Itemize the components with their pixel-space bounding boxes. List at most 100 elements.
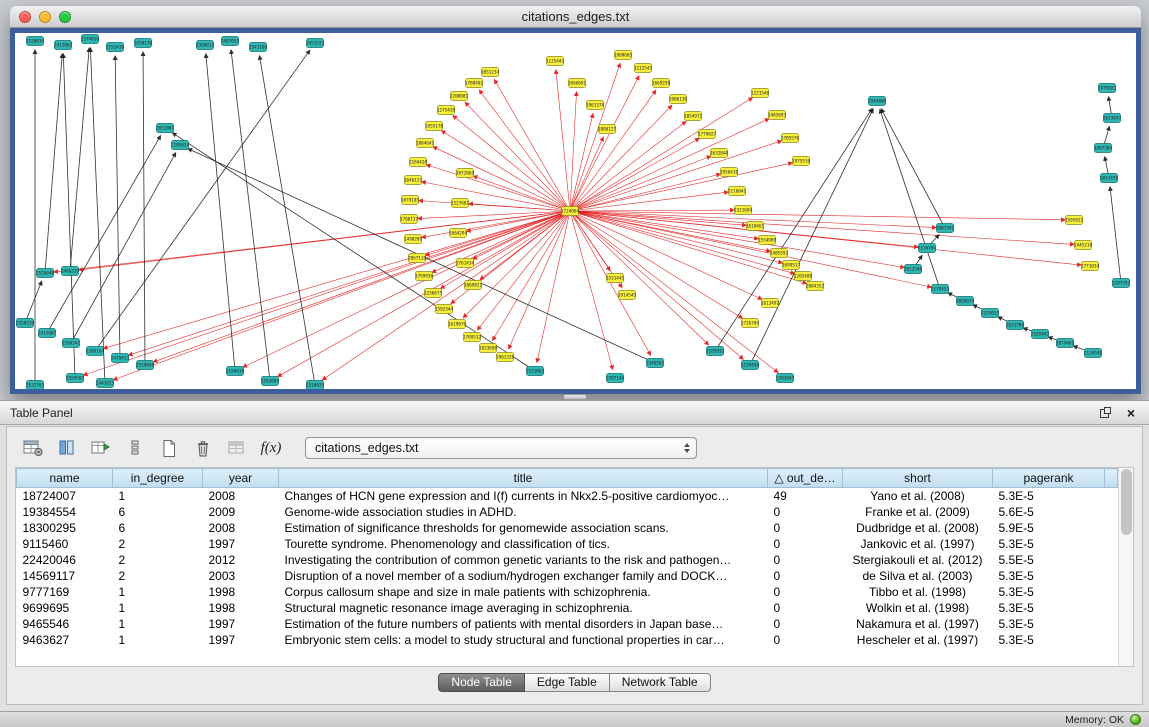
graph-node[interactable]: 2441023 [96, 379, 115, 388]
graph-node[interactable]: 2004352 [806, 282, 825, 291]
graph-node[interactable]: 1709512 [463, 333, 482, 342]
graph-node[interactable]: 1610461 [746, 222, 765, 231]
graph-node[interactable]: 1646121 [404, 176, 423, 185]
citation-network-graph[interactable]: 1724064185123417884022208081127543919551… [15, 33, 1136, 389]
table-row[interactable]: 1872400712008Changes of HCN gene express… [17, 488, 1118, 504]
row-options-button[interactable] [123, 436, 147, 460]
graph-node[interactable]: 1975510 [792, 157, 811, 166]
function-builder-button[interactable]: f(x) [259, 436, 283, 460]
show-columns-button[interactable] [55, 436, 79, 460]
window-zoom-button[interactable] [59, 11, 71, 23]
graph-node[interactable]: 1886127 [598, 125, 617, 134]
graph-node[interactable]: 2263084 [261, 377, 280, 386]
scrollbar-thumb[interactable] [1121, 469, 1132, 535]
graph-node[interactable]: 2031789 [1006, 321, 1025, 330]
column-header-pagerank[interactable]: pagerank [993, 469, 1105, 488]
graph-node[interactable]: 1854972 [684, 112, 703, 121]
graph-node[interactable]: 1961374 [586, 101, 605, 110]
graph-node[interactable]: 1485592 [770, 249, 789, 258]
close-panel-button[interactable]: × [1123, 405, 1139, 421]
graph-node[interactable]: 1879103 [401, 196, 420, 205]
graph-node[interactable]: 1664294 [449, 229, 468, 238]
tab-node-table[interactable]: Node Table [438, 673, 525, 692]
graph-node[interactable]: 2067110 [408, 254, 427, 263]
graph-node[interactable]: 2430178 [134, 39, 153, 48]
graph-node[interactable]: 1724064 [561, 207, 580, 216]
graph-node[interactable]: 2551430 [106, 43, 125, 52]
tab-network-table[interactable]: Network Table [610, 673, 711, 692]
graph-node[interactable]: 1708137 [400, 215, 419, 224]
graph-node[interactable]: 1205408 [794, 272, 813, 281]
graph-node[interactable]: 1726704 [741, 319, 760, 328]
graph-node[interactable]: 1986130 [669, 95, 688, 104]
column-header-in_degree[interactable]: in_degree [113, 469, 203, 488]
float-panel-button[interactable] [1097, 405, 1113, 421]
graph-node[interactable]: 1869821 [464, 281, 483, 290]
column-header-short[interactable]: short [843, 469, 993, 488]
graph-node[interactable]: 2051087 [156, 124, 175, 133]
graph-node[interactable]: 2506341 [62, 339, 81, 348]
graph-node[interactable]: 2116041 [728, 187, 747, 196]
graph-node[interactable]: 2239456 [741, 361, 760, 370]
table-settings-button[interactable] [21, 436, 45, 460]
graph-node[interactable]: 2194410 [226, 367, 245, 376]
graph-node[interactable]: 1212543 [634, 64, 653, 73]
graph-node[interactable]: 2519040 [136, 361, 155, 370]
table-row[interactable]: 1830029562008Estimation of significance … [17, 520, 1118, 536]
column-header-year[interactable]: year [203, 469, 279, 488]
graph-node[interactable]: 2532761 [26, 381, 45, 390]
graph-node[interactable]: 1531445 [606, 274, 625, 283]
window-minimize-button[interactable] [39, 11, 51, 23]
graph-node[interactable]: 1125443 [546, 57, 565, 66]
graph-node[interactable]: 1804641 [416, 139, 435, 148]
table-row[interactable]: 946554611997Estimation of the future num… [17, 616, 1118, 632]
table-row[interactable]: 2242004622012Investigating the contribut… [17, 552, 1118, 568]
graph-node[interactable]: 1498289 [404, 235, 423, 244]
table-scrollbar[interactable] [1118, 468, 1133, 666]
graph-node[interactable]: 1666091 [568, 79, 587, 88]
graph-node[interactable]: 2451523 [306, 39, 325, 48]
graph-node[interactable]: 1275439 [437, 106, 456, 115]
graph-node[interactable]: 2184420 [409, 158, 428, 167]
graph-node[interactable]: 2374916 [81, 35, 100, 44]
column-header-out_degree[interactable]: △ out_de… [768, 469, 843, 488]
graph-node[interactable]: 2051476 [1100, 174, 1119, 183]
graph-node[interactable]: 1761434 [456, 259, 475, 268]
tab-edge-table[interactable]: Edge Table [525, 673, 610, 692]
graph-node[interactable]: 2151063 [526, 367, 545, 376]
graph-node[interactable]: 2056874 [956, 297, 975, 306]
graph-node[interactable]: 1799936 [415, 272, 434, 281]
graph-node[interactable]: 2396011 [196, 41, 215, 50]
table-row[interactable]: 1456911722003Disruption of a novel membe… [17, 568, 1118, 584]
graph-node[interactable]: 1445210 [1074, 241, 1093, 250]
graph-node[interactable]: 1823690 [479, 344, 498, 353]
graph-node[interactable]: 2310825 [306, 381, 325, 390]
graph-node[interactable]: 2287194 [606, 374, 625, 383]
graph-node[interactable]: 2208081 [450, 92, 469, 101]
graph-node[interactable]: 1321604 [734, 206, 753, 215]
graph-node[interactable]: 1592344 [435, 305, 454, 314]
graph-node[interactable]: 2411862 [54, 41, 73, 50]
graph-node[interactable]: 2415087 [38, 329, 57, 338]
graph-node[interactable]: 2107392 [1112, 279, 1131, 288]
graph-node[interactable]: 2079461 [1056, 339, 1075, 348]
graph-node[interactable]: 2392045 [776, 374, 795, 383]
graph-node[interactable]: 2124598 [1084, 349, 1103, 358]
graph-node[interactable]: 1771034 [1081, 262, 1100, 271]
graph-node[interactable]: 1779827 [698, 130, 717, 139]
table-row[interactable]: 977716911998Corpus callosum shape and si… [17, 584, 1118, 600]
graph-node[interactable]: 1632840 [710, 149, 729, 158]
graph-node[interactable]: 2105932 [706, 347, 725, 356]
column-header-name[interactable]: name [17, 469, 113, 488]
table-row[interactable]: 969969511998Structural magnetic resonanc… [17, 600, 1118, 616]
graph-node[interactable]: 1613492 [761, 299, 780, 308]
table-selector-dropdown[interactable]: citations_edges.txt [305, 437, 697, 459]
table-row[interactable]: 1938455462009Genome-wide association stu… [17, 504, 1118, 520]
column-header-title[interactable]: title [279, 469, 768, 488]
graph-node[interactable]: 1669250 [652, 79, 671, 88]
graph-node[interactable]: 2087391 [936, 224, 955, 233]
graph-node[interactable]: 2470813 [111, 354, 130, 363]
graph-node[interactable]: 2350519 [16, 319, 35, 328]
graph-node[interactable]: 1975021 [1098, 84, 1117, 93]
graph-node[interactable]: 1221540 [751, 89, 770, 98]
